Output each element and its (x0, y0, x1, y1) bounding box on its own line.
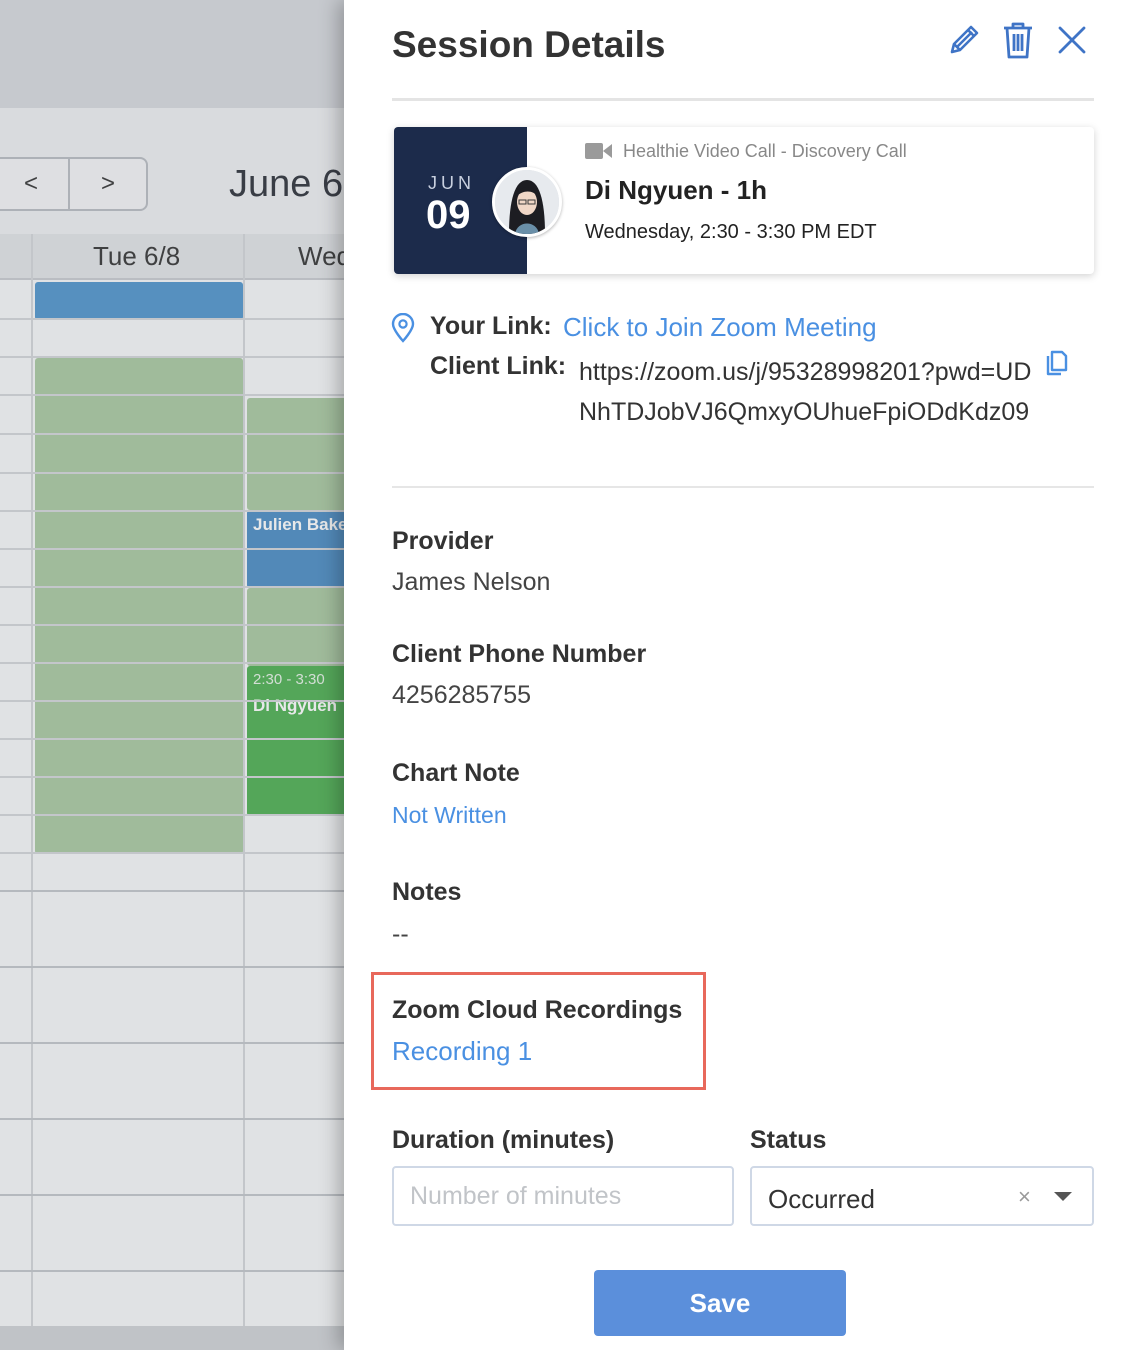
client-avatar (492, 167, 562, 237)
grid-line (0, 662, 344, 664)
grid-line (0, 700, 344, 702)
prev-week-button[interactable]: < (0, 157, 70, 211)
duration-label: Duration (minutes) (392, 1126, 615, 1154)
chevron-down-icon[interactable] (1054, 1192, 1072, 1201)
provider-label: Provider (392, 527, 494, 555)
grid-line (0, 1270, 344, 1272)
phone-value: 4256285755 (392, 681, 532, 709)
edit-pencil-icon[interactable] (942, 18, 986, 62)
grid-line (0, 433, 344, 435)
appointment-time: Wednesday, 2:30 - 3:30 PM EDT (585, 221, 877, 243)
video-camera-icon (585, 141, 613, 166)
save-button[interactable]: Save (594, 1270, 846, 1336)
client-session-title: Di Ngyuen - 1h (585, 175, 768, 205)
phone-label: Client Phone Number (392, 640, 647, 668)
client-link-url: https://zoom.us/j/95328998201?pwd=UDNhTD… (579, 358, 1032, 426)
grid-line (0, 318, 344, 320)
provider-value: James Nelson (392, 568, 551, 596)
your-link-label: Your Link: (430, 312, 552, 340)
chart-note-label: Chart Note (392, 759, 520, 787)
copy-icon[interactable] (1044, 348, 1070, 381)
clear-icon[interactable]: × (1018, 1184, 1031, 1210)
appointment-card: JUN 09 Healthie Video Call - Discovery C… (394, 127, 1094, 274)
grid-line (0, 776, 344, 778)
join-zoom-link[interactable]: Click to Join Zoom Meeting (563, 312, 877, 343)
client-link-label: Client Link: (430, 352, 567, 380)
day-header-wed: Wed (298, 240, 344, 271)
date-month: JUN (428, 173, 475, 193)
grid-line (0, 624, 344, 626)
calendar-event[interactable] (35, 282, 243, 320)
close-icon[interactable] (1050, 18, 1094, 62)
grid-line (0, 966, 344, 968)
grid-line (0, 356, 344, 358)
calendar-event-block[interactable] (247, 588, 344, 666)
notes-value: -- (392, 920, 409, 948)
status-label: Status (750, 1126, 827, 1154)
status-select[interactable]: Occurred × (750, 1166, 1094, 1226)
calendar-top-bar (0, 0, 344, 108)
grid-line (0, 814, 344, 816)
duration-input[interactable] (392, 1166, 734, 1226)
recordings-label: Zoom Cloud Recordings (392, 996, 683, 1024)
recording-link[interactable]: Recording 1 (392, 1036, 532, 1067)
trash-icon[interactable] (996, 18, 1040, 62)
grid-line (0, 1118, 344, 1120)
calendar-event-di[interactable]: 2:30 - 3:30 Di Ngyuen (247, 666, 344, 816)
event-time: 2:30 - 3:30 (253, 671, 325, 688)
grid-line (0, 1042, 344, 1044)
grid-line (0, 394, 344, 396)
status-value: Occurred (768, 1184, 875, 1214)
divider (392, 98, 1094, 101)
calendar-background: < > June 6 Tue 6/8 Wed Julien Bake 2:30 … (0, 0, 344, 1350)
grid-line (0, 548, 344, 550)
grid-line (0, 738, 344, 740)
date-day: 09 (426, 193, 471, 237)
grid-line (0, 890, 344, 892)
grid-line (0, 472, 344, 474)
calendar-event-block[interactable] (247, 398, 344, 510)
session-details-panel: Session Details JUN 09 Healthie Video Ca… (344, 0, 1132, 1350)
recordings-highlight-box (371, 972, 706, 1090)
grid-line (0, 510, 344, 512)
grid-line (0, 586, 344, 588)
day-header-tue: Tue 6/8 (93, 240, 181, 271)
grid-line (0, 852, 344, 854)
grid-line (0, 1194, 344, 1196)
call-type-label: Healthie Video Call - Discovery Call (623, 141, 907, 161)
panel-title: Session Details (392, 24, 666, 65)
next-week-button[interactable]: > (68, 157, 148, 211)
chart-note-link[interactable]: Not Written (392, 802, 507, 829)
event-name: Di Ngyuen (253, 696, 338, 715)
location-pin-icon (390, 312, 416, 348)
event-name: Julien Bake (253, 515, 344, 534)
divider (392, 486, 1094, 488)
calendar-bottom-bar (0, 1326, 344, 1350)
calendar-month-label: June 6 (229, 163, 344, 205)
notes-label: Notes (392, 878, 462, 906)
calendar-day-header: Tue 6/8 Wed (0, 234, 344, 280)
